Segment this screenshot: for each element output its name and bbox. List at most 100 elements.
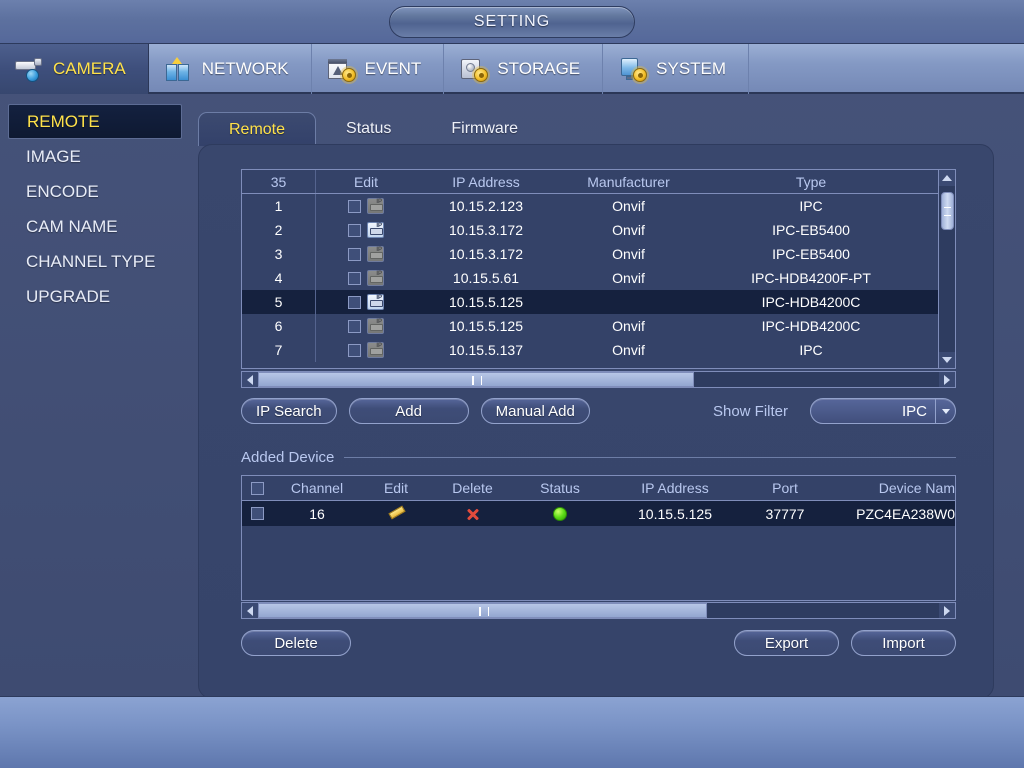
setting-window: SETTING CAMERA NETWORK EVENT STORAGE SYS… [0, 0, 1024, 768]
select-all-checkbox[interactable] [250, 481, 264, 495]
row-ip-address: 10.15.3.172 [449, 246, 523, 262]
row-type: IPC [799, 198, 823, 214]
ip-edit-icon[interactable] [367, 246, 384, 262]
tab-firmware[interactable]: Firmware [421, 112, 548, 146]
horizontal-scroll-thumb[interactable] [258, 603, 708, 618]
row-checkbox[interactable] [348, 319, 361, 333]
nav-tab-system[interactable]: SYSTEM [603, 44, 750, 94]
scroll-right-arrow-icon[interactable] [939, 603, 955, 618]
sidebar-item-remote-label: REMOTE [27, 111, 100, 131]
row-edit-cell [316, 194, 416, 218]
row-checkbox[interactable] [348, 223, 361, 237]
import-button[interactable]: Import [851, 630, 956, 656]
row-checkbox[interactable] [348, 199, 361, 213]
vertical-scroll-thumb[interactable] [941, 192, 954, 230]
col-header-status: Status [540, 480, 580, 496]
discovered-devices-table: 35 Edit IP Address Manufacturer Type 1 1… [241, 169, 956, 369]
col-header-type: Type [795, 173, 827, 190]
discovered-table-horizontal-scrollbar[interactable] [241, 371, 956, 388]
row-edit-cell [316, 242, 416, 266]
ip-edit-icon[interactable] [367, 270, 384, 286]
row-checkbox[interactable] [348, 271, 361, 285]
ip-edit-icon[interactable] [367, 342, 384, 358]
tab-status[interactable]: Status [316, 112, 421, 146]
table-row[interactable]: 16 10.15.5.125 37777 PZC4EA238W0 [242, 501, 955, 526]
sidebar-item-channel-type[interactable]: CHANNEL TYPE [8, 244, 182, 279]
show-filter-select[interactable]: IPC [810, 398, 956, 424]
row-manufacturer: Onvif [612, 270, 645, 286]
ip-edit-icon[interactable] [367, 318, 384, 334]
scroll-right-arrow-icon[interactable] [939, 372, 955, 387]
scroll-left-arrow-icon[interactable] [242, 603, 258, 618]
nav-tab-camera-label: CAMERA [53, 59, 126, 78]
sidebar-item-cam-name[interactable]: CAM NAME [8, 209, 182, 244]
row-checkbox[interactable] [348, 247, 361, 261]
sidebar-item-image[interactable]: IMAGE [8, 139, 182, 174]
export-button[interactable]: Export [734, 630, 839, 656]
discovered-table-vertical-scrollbar[interactable] [938, 170, 955, 368]
row-type: IPC-EB5400 [772, 246, 850, 262]
nav-tab-event[interactable]: EVENT [312, 44, 445, 94]
table-row[interactable]: 6 10.15.5.125 Onvif IPC-HDB4200C [242, 314, 955, 338]
row-edit-cell [316, 266, 416, 290]
delete-button[interactable]: Delete [241, 630, 351, 656]
row-number: 4 [242, 266, 316, 290]
row-edit-cell [316, 314, 416, 338]
horizontal-scroll-track[interactable] [258, 372, 939, 387]
added-table-horizontal-scrollbar[interactable] [241, 602, 956, 619]
table-row[interactable]: 5 10.15.5.125 IPC-HDB4200C [242, 290, 955, 314]
nav-tab-storage[interactable]: STORAGE [444, 44, 604, 94]
scroll-left-arrow-icon[interactable] [242, 372, 258, 387]
camera-icon [14, 55, 44, 83]
row-type: IPC [799, 342, 823, 358]
col-header-edit: Edit [353, 173, 379, 190]
row-port: 37777 [765, 505, 805, 522]
ip-edit-icon[interactable] [367, 294, 384, 310]
nav-tab-event-label: EVENT [364, 59, 422, 78]
sidebar-item-remote[interactable]: REMOTE [8, 104, 182, 139]
row-checkbox[interactable] [348, 295, 361, 309]
table-row[interactable]: 2 10.15.3.172 Onvif IPC-EB5400 [242, 218, 955, 242]
row-checkbox[interactable] [250, 507, 264, 520]
row-delete-cell [430, 501, 515, 526]
row-ip-address: 10.15.3.172 [449, 222, 523, 238]
content-panel: 35 Edit IP Address Manufacturer Type 1 1… [198, 144, 994, 699]
added-table-header: Channel Edit Delete Status IP Address Po… [242, 476, 955, 501]
table-row[interactable]: 7 10.15.5.137 Onvif IPC [242, 338, 955, 362]
table-row[interactable]: 4 10.15.5.61 Onvif IPC-HDB4200F-PT [242, 266, 955, 290]
table-row[interactable]: 3 10.15.3.172 Onvif IPC-EB5400 [242, 242, 955, 266]
col-header-ip-address: IP Address [641, 480, 709, 496]
horizontal-scroll-thumb[interactable] [258, 372, 694, 387]
top-navigation: CAMERA NETWORK EVENT STORAGE SYSTEM [0, 44, 1024, 94]
page-title: SETTING [473, 13, 551, 30]
scroll-up-arrow-icon[interactable] [939, 170, 955, 186]
ip-search-button[interactable]: IP Search [241, 398, 337, 424]
status-badge [553, 506, 567, 521]
system-icon [617, 55, 648, 83]
row-edit-cell [362, 501, 430, 526]
sidebar-item-upgrade-label: UPGRADE [26, 286, 111, 306]
ip-edit-icon[interactable] [367, 222, 384, 238]
sidebar-item-upgrade[interactable]: UPGRADE [8, 279, 182, 314]
row-checkbox[interactable] [348, 343, 361, 357]
nav-tab-system-label: SYSTEM [656, 59, 727, 78]
pencil-icon[interactable] [388, 507, 404, 521]
tab-remote[interactable]: Remote [198, 112, 317, 146]
row-edit-cell [316, 218, 416, 242]
row-manufacturer: Onvif [612, 342, 645, 358]
storage-icon [458, 55, 489, 83]
table-row[interactable]: 1 10.15.2.123 Onvif IPC [242, 194, 955, 218]
nav-tab-camera[interactable]: CAMERA [0, 44, 149, 94]
nav-tab-network[interactable]: NETWORK [149, 44, 312, 94]
add-button[interactable]: Add [348, 398, 469, 424]
row-number: 2 [242, 218, 316, 242]
manual-add-button[interactable]: Manual Add [480, 398, 590, 424]
x-icon[interactable] [465, 506, 481, 522]
row-channel: 16 [309, 505, 325, 522]
scroll-down-arrow-icon[interactable] [939, 352, 955, 368]
ip-edit-icon[interactable] [367, 198, 384, 214]
horizontal-scroll-track[interactable] [258, 603, 939, 618]
chevron-down-icon[interactable] [935, 399, 955, 423]
sidebar-item-encode[interactable]: ENCODE [8, 174, 182, 209]
